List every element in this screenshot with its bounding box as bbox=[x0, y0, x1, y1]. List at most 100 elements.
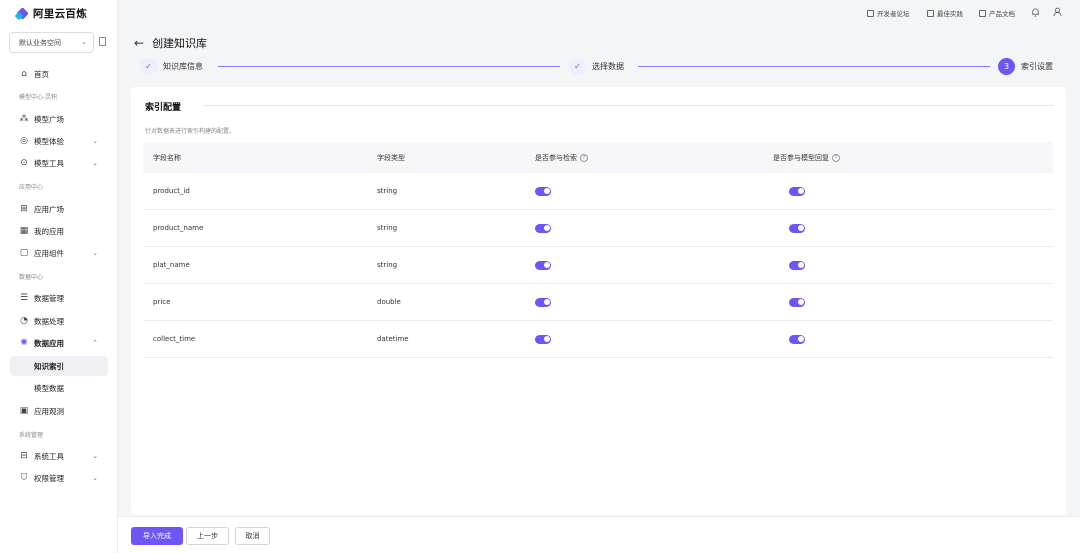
top-link-label: 开发者论坛 bbox=[877, 10, 910, 18]
retrieval-toggle[interactable] bbox=[535, 334, 551, 344]
cancel-button[interactable]: 取消 bbox=[235, 527, 270, 545]
field-type: string bbox=[377, 261, 398, 269]
chevron-down-icon: ⌄ bbox=[81, 38, 87, 46]
sidebar-item-label: 系统工具 bbox=[34, 451, 64, 461]
step-connector bbox=[218, 66, 560, 67]
sidebar-item-app-components[interactable]: ▢ 应用组件 ⌄ bbox=[10, 243, 108, 263]
chevron-up-icon: ⌃ bbox=[92, 339, 98, 347]
top-link-docs[interactable]: 产品文档 bbox=[979, 8, 1015, 18]
sidebar-item-label: 数据处理 bbox=[34, 316, 64, 326]
retrieval-toggle[interactable] bbox=[535, 297, 551, 307]
sidebar-item-data-application[interactable]: ✺ 数据应用 ⌃ bbox=[10, 333, 108, 353]
apps-icon: ▦ bbox=[19, 226, 29, 236]
help-icon[interactable]: ? bbox=[580, 153, 588, 162]
sidebar-item-model-square[interactable]: ⁂ 模型广场 bbox=[10, 109, 108, 129]
sidebar-item-app-observation[interactable]: ▣ 应用观测 bbox=[10, 401, 108, 421]
monitor-icon: ▣ bbox=[19, 406, 29, 416]
sidebar-item-label: 数据管理 bbox=[34, 293, 64, 303]
sidebar-item-my-apps[interactable]: ▦ 我的应用 bbox=[10, 221, 108, 241]
field-name: product_name bbox=[153, 224, 204, 232]
reply-toggle[interactable] bbox=[789, 186, 805, 196]
field-type: double bbox=[377, 298, 401, 306]
retrieval-toggle[interactable] bbox=[535, 223, 551, 233]
table-row: plat_name string bbox=[143, 247, 1053, 284]
step-label: 知识库信息 bbox=[163, 62, 203, 71]
sidebar-item-label: 首页 bbox=[34, 69, 49, 79]
sidebar-item-label: 数据应用 bbox=[34, 338, 64, 348]
workspace-label: 默认业务空间 bbox=[19, 38, 61, 47]
help-icon[interactable]: ? bbox=[832, 153, 840, 162]
sidebar-item-label: 我的应用 bbox=[34, 226, 64, 236]
reply-toggle[interactable] bbox=[789, 260, 805, 270]
reply-toggle[interactable] bbox=[789, 334, 805, 344]
workspace-doc-icon[interactable] bbox=[99, 37, 106, 46]
page-title: 创建知识库 bbox=[152, 37, 208, 50]
sidebar: 阿里云百炼 默认业务空间 ⌄ ⌂ 首页 模型中心-灵积 ⁂ 模型广场 ◎ 模型体… bbox=[0, 0, 118, 553]
section-description: 针对数据表进行索引构建的配置。 bbox=[145, 128, 236, 135]
chevron-down-icon: ⌄ bbox=[92, 249, 98, 257]
sidebar-item-label: 模型工具 bbox=[34, 158, 64, 168]
back-arrow-icon[interactable]: ← bbox=[134, 36, 144, 50]
retrieval-toggle[interactable] bbox=[535, 260, 551, 270]
check-icon: ✓ bbox=[140, 58, 157, 75]
grid-icon: ⊞ bbox=[20, 204, 28, 214]
sidebar-item-label: 模型广场 bbox=[34, 114, 64, 124]
top-link-forum[interactable]: 开发者论坛 bbox=[867, 8, 910, 18]
sidebar-item-label: 权限管理 bbox=[34, 473, 64, 483]
field-type: string bbox=[377, 224, 398, 232]
sidebar-item-data-management[interactable]: ☰ 数据管理 bbox=[10, 288, 108, 308]
field-name: price bbox=[153, 298, 171, 306]
user-icon[interactable] bbox=[1053, 7, 1062, 17]
footer-actions: 导入完成 上一步 取消 bbox=[118, 516, 1080, 553]
chevron-down-icon: ⌄ bbox=[92, 159, 98, 167]
sidebar-item-knowledge-index[interactable]: 知识索引 bbox=[10, 356, 108, 376]
bell-icon[interactable] bbox=[1031, 7, 1040, 17]
sidebar-item-label: 模型数据 bbox=[34, 383, 64, 393]
sidebar-item-permission-management[interactable]: ⛉ 权限管理 ⌄ bbox=[10, 468, 108, 488]
retrieval-toggle[interactable] bbox=[535, 186, 551, 196]
table-row: collect_time datetime bbox=[143, 321, 1053, 358]
field-name: collect_time bbox=[153, 335, 196, 343]
workspace-select[interactable]: 默认业务空间 ⌄ bbox=[9, 32, 94, 53]
step-label: 索引设置 bbox=[1021, 62, 1053, 71]
sidebar-item-model-data[interactable]: 模型数据 bbox=[10, 378, 108, 398]
group-system-management: 系统管理 bbox=[19, 432, 44, 439]
sidebar-item-system-tools[interactable]: ⊟ 系统工具 ⌄ bbox=[10, 446, 108, 466]
sidebar-item-label: 应用组件 bbox=[34, 248, 64, 258]
column-header-retrieval: 是否参与检索? bbox=[535, 153, 588, 163]
step-2: ✓ 选择数据 bbox=[569, 58, 624, 75]
reply-toggle[interactable] bbox=[789, 297, 805, 307]
sidebar-item-home[interactable]: ⌂ 首页 bbox=[10, 64, 108, 84]
file-icon: ▢ bbox=[19, 248, 29, 258]
group-app-center: 应用中心 bbox=[19, 184, 44, 191]
divider bbox=[203, 105, 1054, 106]
database-icon: ☰ bbox=[19, 293, 29, 303]
finish-import-button[interactable]: 导入完成 bbox=[131, 527, 183, 545]
step-1: ✓ 知识库信息 bbox=[140, 58, 203, 75]
section-title: 索引配置 bbox=[145, 103, 182, 113]
field-name: plat_name bbox=[153, 261, 190, 269]
reply-toggle[interactable] bbox=[789, 223, 805, 233]
pie-icon: ◔ bbox=[20, 316, 28, 326]
sidebar-item-app-square[interactable]: ⊞ 应用广场 bbox=[10, 199, 108, 219]
compass-icon: ◎ bbox=[20, 136, 28, 146]
column-header: 字段名称 bbox=[153, 153, 181, 162]
doc-icon bbox=[979, 9, 986, 17]
sidebar-item-model-tools[interactable]: ⊙ 模型工具 ⌄ bbox=[10, 153, 108, 173]
home-icon: ⌂ bbox=[21, 69, 27, 79]
table-row: product_id string bbox=[143, 173, 1053, 210]
top-link-practice[interactable]: 最佳实践 bbox=[927, 8, 963, 18]
chevron-down-icon: ⌄ bbox=[92, 137, 98, 145]
toolbox-icon: ⊟ bbox=[20, 451, 28, 461]
top-link-label: 产品文档 bbox=[989, 10, 1015, 18]
sidebar-item-model-experience[interactable]: ◎ 模型体验 ⌄ bbox=[10, 131, 108, 151]
prev-step-button[interactable]: 上一步 bbox=[186, 527, 229, 545]
sidebar-item-data-processing[interactable]: ◔ 数据处理 bbox=[10, 311, 108, 331]
column-header: 字段类型 bbox=[377, 153, 405, 162]
step-label: 选择数据 bbox=[592, 62, 624, 71]
group-data-center: 数据中心 bbox=[19, 274, 44, 281]
chevron-down-icon: ⌄ bbox=[92, 474, 98, 482]
table-row: price double bbox=[143, 284, 1053, 321]
chip-icon: ✺ bbox=[20, 338, 28, 348]
logo[interactable]: 阿里云百炼 bbox=[14, 6, 87, 20]
